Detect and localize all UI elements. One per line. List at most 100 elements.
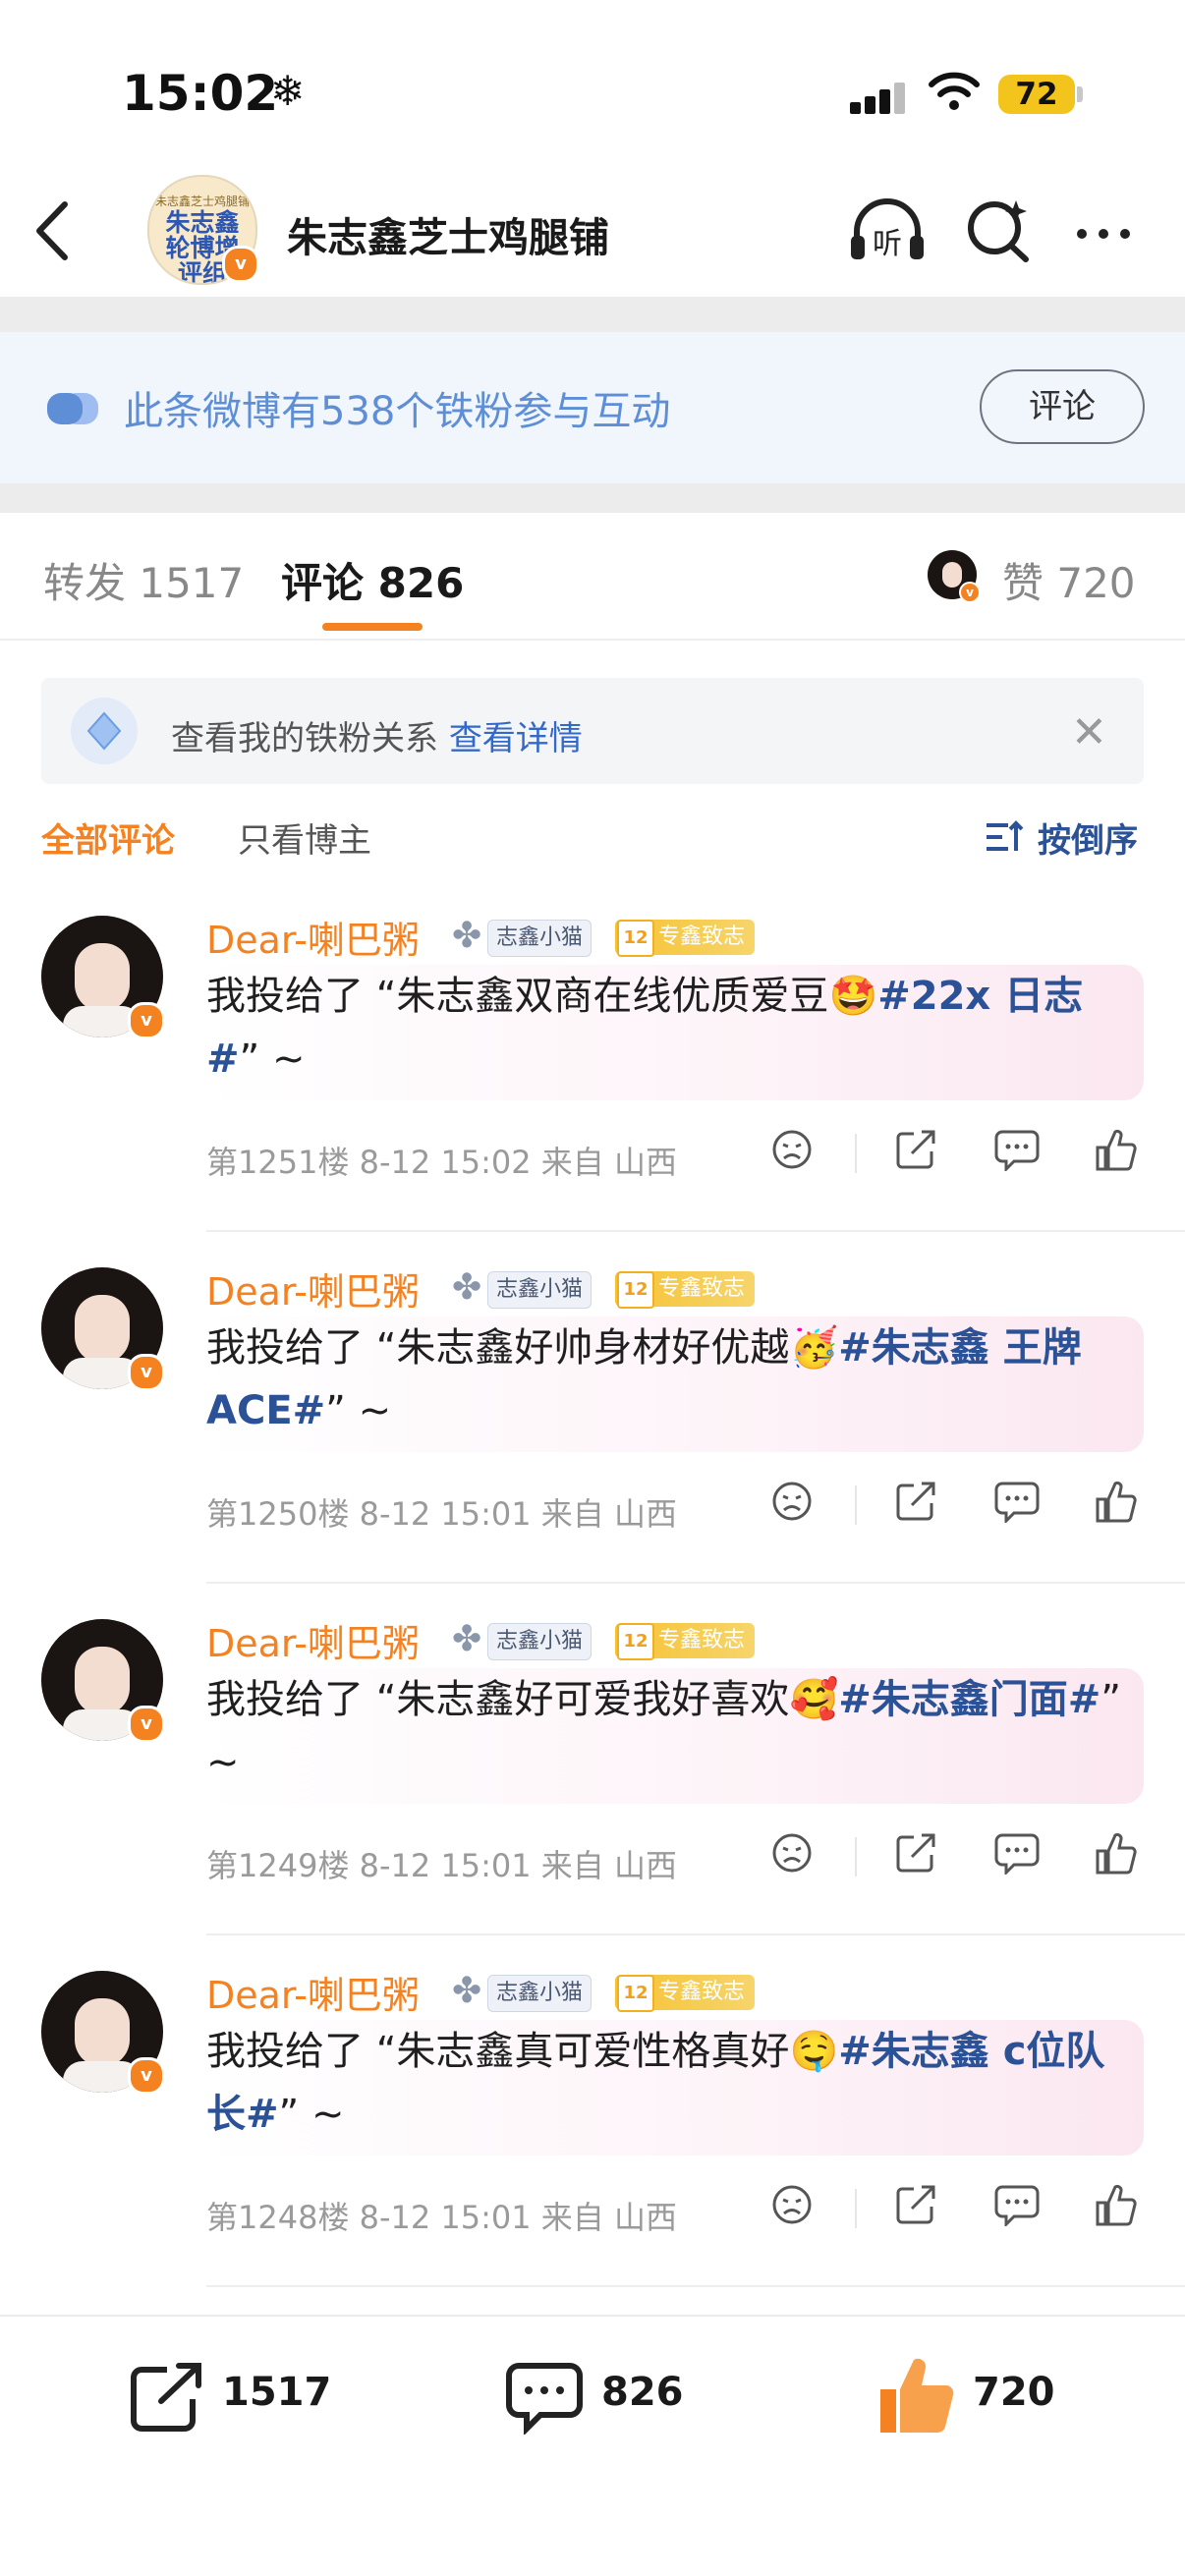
verified-badge: v (128, 1354, 165, 1391)
like-icon[interactable] (1095, 1831, 1138, 1875)
verified-badge: v (959, 582, 981, 603)
fan-group-tag[interactable]: 志鑫小猫 (487, 1975, 592, 2012)
fan-level-tag[interactable]: 12 专鑫致志 (615, 1271, 756, 1309)
fan-relation-text: 查看我的铁粉关系 查看详情 (171, 711, 583, 759)
verified-badge: v (222, 246, 259, 283)
share-icon[interactable] (894, 1128, 937, 1171)
comment-meta: 第1251楼 8-12 15:02 来自 山西 (206, 1144, 677, 1181)
bottom-like-count[interactable]: 720 (973, 2370, 1055, 2415)
dislike-icon[interactable] (770, 1480, 814, 1523)
comment-text: 我投给了 “朱志鑫真可爱性格真好🤤#朱志鑫 c位队长#” ~ (206, 2020, 1130, 2146)
comment-item[interactable]: v Dear-喇巴粥 ✤ 志鑫小猫 12 专鑫致志 我投给了 “朱志鑫好可爱我好喜欢🥰#朱志… (0, 1619, 1185, 1971)
fan-level: 12 (617, 920, 654, 957)
comment-meta: 第1248楼 8-12 15:01 来自 山西 (206, 2199, 677, 2236)
comment-divider (206, 1933, 1185, 1935)
back-icon[interactable] (29, 196, 79, 265)
tab-comments[interactable]: 评论 826 (281, 550, 464, 610)
dislike-icon[interactable] (770, 1831, 814, 1875)
comment-emoji: 🤩 (828, 974, 878, 1019)
avatar-small-text: 朱志鑫芝士鸡腿铺 (154, 195, 250, 208)
close-icon[interactable]: ✕ (1071, 707, 1107, 757)
clover-icon: ✤ (452, 1267, 482, 1308)
comment-emoji: 🥳 (789, 1325, 839, 1371)
divider (0, 639, 1185, 641)
commenter-name[interactable]: Dear-喇巴粥 (206, 1613, 420, 1667)
share-icon[interactable] (894, 1480, 937, 1523)
comment-emoji: 🥰 (789, 1677, 839, 1722)
fan-level-label: 专鑫致志 (658, 1276, 746, 1301)
diamond-icon (71, 698, 138, 764)
fan-level: 12 (617, 1623, 654, 1660)
fan-level-tag[interactable]: 12 专鑫致志 (615, 1623, 756, 1660)
comment-body: 我投给了 “朱志鑫双商在线优质爱豆 (206, 974, 829, 1019)
comment-suffix: ” ~ (325, 1388, 392, 1433)
comment-item[interactable]: v Dear-喇巴粥 ✤ 志鑫小猫 12 专鑫致志 我投给了 “朱志鑫双商在线优质爱豆🤩#2… (0, 916, 1185, 1267)
comment-body: 我投给了 “朱志鑫好可爱我好喜欢 (206, 1677, 790, 1722)
listen-icon[interactable]: 听 (847, 196, 928, 265)
filter-host-only[interactable]: 只看博主 (238, 813, 371, 862)
fan-group-tag[interactable]: 志鑫小猫 (487, 1623, 592, 1660)
comment-item[interactable]: v Dear-喇巴粥 ✤ 志鑫小猫 12 专鑫致志 我投给了 “朱志鑫好帅身材好优越🥳#朱志… (0, 1267, 1185, 1619)
reply-icon[interactable] (994, 1128, 1040, 1171)
like-icon[interactable] (1095, 1480, 1138, 1523)
commenter-name[interactable]: Dear-喇巴粥 (206, 910, 420, 964)
fan-level-label: 专鑫致志 (658, 1628, 746, 1652)
like-icon[interactable] (1095, 1128, 1138, 1171)
like-icon[interactable] (876, 2354, 957, 2436)
verified-badge: v (128, 1002, 165, 1039)
banner-text: 此条微博有538个铁粉参与互动 (124, 389, 671, 434)
share-icon[interactable] (894, 1831, 937, 1875)
fan-level-tag[interactable]: 12 专鑫致志 (615, 920, 756, 957)
repost-icon[interactable] (128, 2360, 206, 2435)
divider (0, 2315, 1185, 2317)
wifi-icon (929, 72, 980, 110)
comment-icon[interactable] (505, 2360, 584, 2435)
clover-icon: ✤ (452, 1971, 482, 2011)
tab-repost[interactable]: 转发 1517 (43, 550, 244, 610)
action-separator (855, 1485, 857, 1525)
status-time: 15:02 (122, 65, 279, 122)
reply-icon[interactable] (994, 1831, 1040, 1875)
comment-divider (206, 2285, 1185, 2287)
section-gap (0, 297, 1185, 332)
section-gap (0, 483, 1185, 513)
fan-level-label: 专鑫致志 (658, 1980, 746, 2004)
sort-order-button[interactable]: 按倒序 (1038, 813, 1138, 862)
fan-level-label: 专鑫致志 (658, 924, 746, 949)
search-icon[interactable] (965, 196, 1034, 265)
reply-icon[interactable] (994, 2183, 1040, 2226)
page-title[interactable]: 朱志鑫芝士鸡腿铺 (287, 204, 609, 263)
comment-divider (206, 1230, 1185, 1232)
comment-suffix: ” ~ (278, 2092, 345, 2137)
more-icon[interactable] (1077, 224, 1142, 243)
tab-active-indicator (322, 623, 423, 631)
verified-badge: v (128, 1706, 165, 1743)
comment-text: 我投给了 “朱志鑫好可爱我好喜欢🥰#朱志鑫门面#” ~ (206, 1668, 1130, 1794)
comment-meta: 第1250楼 8-12 15:01 来自 山西 (206, 1495, 677, 1533)
battery-cap (1077, 86, 1083, 102)
clover-icon: ✤ (452, 1619, 482, 1659)
topic-link[interactable]: #朱志鑫门面# (838, 1677, 1100, 1722)
share-icon[interactable] (894, 2183, 937, 2226)
view-details-link[interactable]: 查看详情 (449, 719, 583, 758)
sort-icon[interactable] (985, 819, 1024, 855)
reply-icon[interactable] (994, 1480, 1040, 1523)
comment-text: 我投给了 “朱志鑫好帅身材好优越🥳#朱志鑫 王牌ACE#” ~ (206, 1316, 1130, 1442)
dislike-icon[interactable] (770, 1128, 814, 1171)
comment-emoji: 🤤 (789, 2029, 839, 2074)
fan-level-tag[interactable]: 12 专鑫致志 (615, 1975, 756, 2012)
like-icon[interactable] (1095, 2183, 1138, 2226)
bottom-repost-count[interactable]: 1517 (222, 2370, 331, 2415)
comment-item[interactable]: v Dear-喇巴粥 ✤ 志鑫小猫 12 专鑫致志 我投给了 “朱志鑫真可爱性格真好🤤#朱志… (0, 1971, 1185, 2323)
fan-group-tag[interactable]: 志鑫小猫 (487, 1271, 592, 1309)
fans-icon (47, 393, 98, 424)
commenter-name[interactable]: Dear-喇巴粥 (206, 1965, 420, 2019)
commenter-name[interactable]: Dear-喇巴粥 (206, 1261, 420, 1316)
banner-comment-button[interactable]: 评论 (980, 369, 1145, 444)
dislike-icon[interactable] (770, 2183, 814, 2226)
fan-group-tag[interactable]: 志鑫小猫 (487, 920, 592, 957)
tab-likes[interactable]: 赞 720 (1002, 550, 1136, 610)
action-separator (855, 2189, 857, 2228)
filter-all-comments[interactable]: 全部评论 (41, 813, 175, 862)
bottom-comment-count[interactable]: 826 (601, 2370, 684, 2415)
